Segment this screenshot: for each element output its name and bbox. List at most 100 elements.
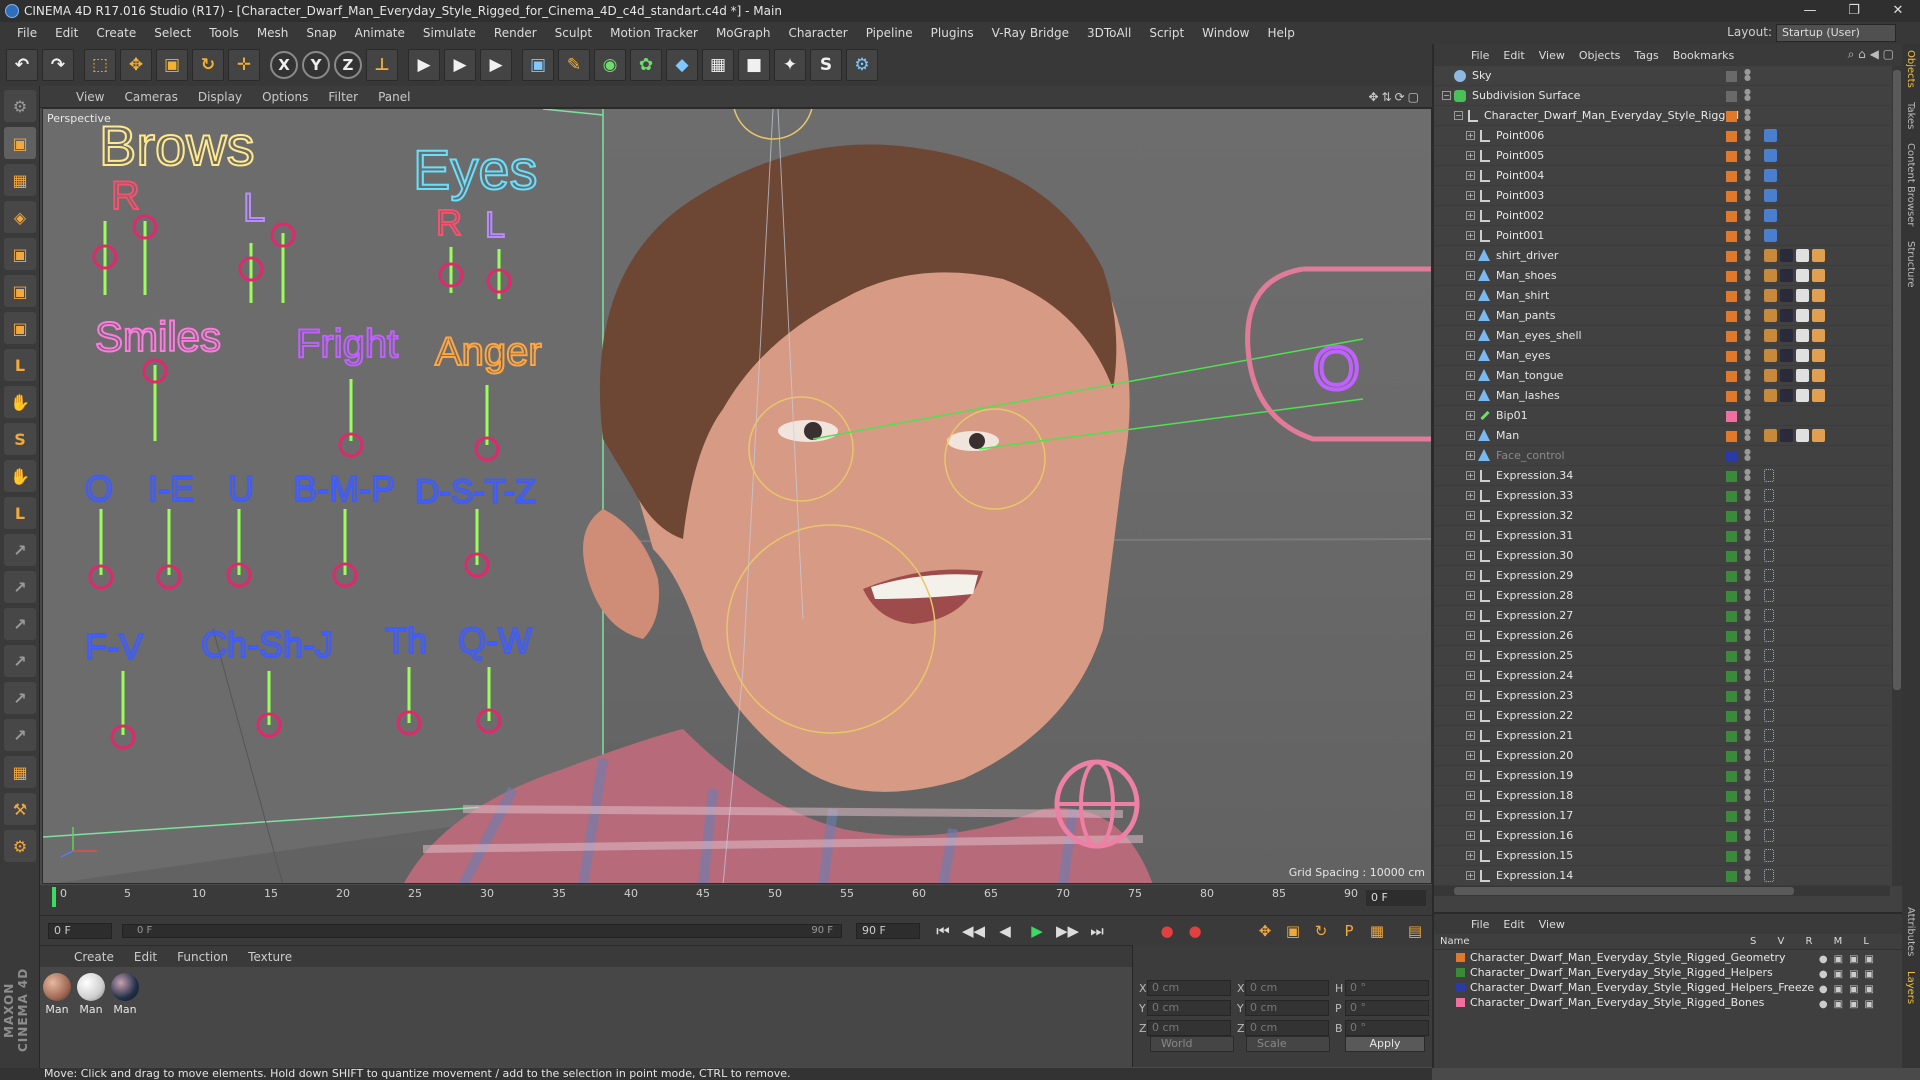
tag-icon[interactable] bbox=[1796, 369, 1809, 382]
visibility-toggle-icon[interactable]: ● ● bbox=[1744, 788, 1751, 803]
current-frame-marker[interactable] bbox=[52, 887, 56, 907]
object-tags[interactable] bbox=[1764, 309, 1825, 323]
expand-toggle-icon[interactable]: + bbox=[1466, 631, 1475, 640]
visibility-toggle-icon[interactable]: ● ● bbox=[1744, 688, 1751, 703]
deformer-button[interactable]: ◆ bbox=[666, 49, 698, 81]
expand-toggle-icon[interactable]: + bbox=[1466, 151, 1475, 160]
object-name[interactable]: Point004 bbox=[1496, 166, 1544, 186]
expand-toggle-icon[interactable]: + bbox=[1466, 651, 1475, 660]
object-row[interactable]: + Expression.30 ● ● bbox=[1434, 546, 1890, 566]
objects-menu-tags[interactable]: Tags bbox=[1627, 49, 1665, 62]
object-row[interactable]: − Character_Dwarf_Man_Everyday_Style_Rigg… bbox=[1434, 106, 1890, 126]
expand-toggle-icon[interactable]: + bbox=[1466, 191, 1475, 200]
object-name[interactable]: Bip01 bbox=[1496, 406, 1528, 426]
object-name[interactable]: Point002 bbox=[1496, 206, 1544, 226]
key-pla-icon[interactable]: ▦ bbox=[1366, 921, 1388, 941]
object-name[interactable]: Expression.22 bbox=[1496, 706, 1573, 726]
object-tags[interactable] bbox=[1764, 629, 1774, 643]
object-row[interactable]: + Expression.24 ● ● bbox=[1434, 666, 1890, 686]
menu-pipeline[interactable]: Pipeline bbox=[857, 26, 922, 40]
object-tags[interactable] bbox=[1764, 769, 1774, 783]
side-tab-objects[interactable]: Objects bbox=[1905, 50, 1916, 88]
menu-script[interactable]: Script bbox=[1140, 26, 1193, 40]
rot-h-field[interactable]: 0 ° bbox=[1345, 980, 1429, 996]
object-tags[interactable] bbox=[1764, 649, 1774, 663]
tag-icon[interactable] bbox=[1780, 269, 1793, 282]
viewport-menu-options[interactable]: Options bbox=[252, 90, 318, 104]
object-name[interactable]: Expression.15 bbox=[1496, 846, 1573, 866]
visibility-toggle-icon[interactable]: ● ● bbox=[1744, 348, 1751, 363]
object-tags[interactable] bbox=[1764, 349, 1825, 363]
object-tags[interactable] bbox=[1764, 529, 1774, 543]
object-row[interactable]: + Point002 ● ● bbox=[1434, 206, 1890, 226]
expand-toggle-icon[interactable]: + bbox=[1466, 811, 1475, 820]
layer-color-swatch[interactable] bbox=[1726, 771, 1737, 782]
object-name[interactable]: Point005 bbox=[1496, 146, 1544, 166]
object-tags[interactable] bbox=[1764, 709, 1774, 723]
viewport-menu-cameras[interactable]: Cameras bbox=[114, 90, 187, 104]
expand-toggle-icon[interactable]: + bbox=[1466, 431, 1475, 440]
object-name[interactable]: Man_tongue bbox=[1496, 366, 1563, 386]
expand-toggle-icon[interactable]: + bbox=[1466, 211, 1475, 220]
layer-color-swatch[interactable] bbox=[1726, 131, 1737, 142]
object-row[interactable]: + Expression.33 ● ● bbox=[1434, 486, 1890, 506]
object-name[interactable]: Expression.26 bbox=[1496, 626, 1573, 646]
expand-toggle-icon[interactable]: + bbox=[1466, 671, 1475, 680]
rot-p-field[interactable]: 0 ° bbox=[1345, 1000, 1429, 1016]
viewport-menu-panel[interactable]: Panel bbox=[368, 90, 420, 104]
object-name[interactable]: Expression.20 bbox=[1496, 746, 1573, 766]
tag-icon[interactable] bbox=[1764, 149, 1777, 162]
layer-color-swatch[interactable] bbox=[1726, 211, 1737, 222]
object-tags[interactable] bbox=[1764, 209, 1777, 223]
object-tree-scrollbar[interactable] bbox=[1892, 66, 1902, 886]
layer-color-swatch[interactable] bbox=[1726, 91, 1737, 102]
layers-menu-view[interactable]: View bbox=[1532, 918, 1572, 931]
object-name[interactable]: Expression.21 bbox=[1496, 726, 1573, 746]
tag-icon[interactable] bbox=[1764, 329, 1777, 342]
object-row[interactable]: + Man ● ● bbox=[1434, 426, 1890, 446]
tag-icon[interactable] bbox=[1764, 209, 1777, 222]
layer-color-swatch[interactable] bbox=[1726, 71, 1737, 82]
visibility-toggle-icon[interactable]: ● ● bbox=[1744, 368, 1751, 383]
expand-toggle-icon[interactable]: + bbox=[1466, 231, 1475, 240]
expand-toggle-icon[interactable]: + bbox=[1466, 871, 1475, 880]
object-name[interactable]: Expression.31 bbox=[1496, 526, 1573, 546]
object-name[interactable]: Expression.14 bbox=[1496, 866, 1573, 886]
tag-icon[interactable] bbox=[1764, 369, 1777, 382]
tweak-mode-icon[interactable]: ✋ bbox=[4, 386, 36, 418]
tag-icon[interactable] bbox=[1764, 569, 1774, 582]
expand-toggle-icon[interactable]: + bbox=[1466, 451, 1475, 460]
layer-color-swatch[interactable] bbox=[1726, 831, 1737, 842]
layer-color-swatch[interactable] bbox=[1726, 311, 1737, 322]
enable-axis-icon[interactable]: L bbox=[4, 349, 36, 381]
layer-color-swatch[interactable] bbox=[1726, 651, 1737, 662]
render-picture-viewer-button[interactable]: ▶ bbox=[444, 49, 476, 81]
tag-icon[interactable] bbox=[1812, 389, 1825, 402]
tag-icon[interactable] bbox=[1796, 249, 1809, 262]
layer-color-swatch[interactable] bbox=[1726, 271, 1737, 282]
object-row[interactable]: + Expression.17 ● ● bbox=[1434, 806, 1890, 826]
python-script-icon[interactable]: ⚙ bbox=[4, 830, 36, 862]
visibility-toggle-icon[interactable]: ● ● bbox=[1744, 468, 1751, 483]
object-row[interactable]: + Expression.19 ● ● bbox=[1434, 766, 1890, 786]
layer-color-swatch[interactable] bbox=[1726, 431, 1737, 442]
layer-color-swatch[interactable] bbox=[1726, 491, 1737, 502]
tag-icon[interactable] bbox=[1796, 309, 1809, 322]
expand-toggle-icon[interactable]: + bbox=[1466, 311, 1475, 320]
visibility-toggle-icon[interactable]: ● ● bbox=[1744, 748, 1751, 763]
visibility-toggle-icon[interactable]: ● ● bbox=[1744, 728, 1751, 743]
tag-icon[interactable] bbox=[1812, 349, 1825, 362]
visibility-toggle-icon[interactable]: ● ● bbox=[1744, 848, 1751, 863]
menu-vray-bridge[interactable]: V-Ray Bridge bbox=[983, 26, 1078, 40]
size-x-field[interactable]: 0 cm bbox=[1245, 980, 1329, 996]
tag-icon[interactable] bbox=[1764, 549, 1774, 562]
polygons-mode-icon[interactable]: ▣ bbox=[4, 312, 36, 344]
object-name[interactable]: Subdivision Surface bbox=[1472, 86, 1580, 106]
menu-edit[interactable]: Edit bbox=[46, 26, 87, 40]
sculpt-brush-4-icon[interactable]: ↗ bbox=[4, 645, 36, 677]
object-name[interactable]: Expression.30 bbox=[1496, 546, 1573, 566]
layer-color-swatch[interactable] bbox=[1726, 731, 1737, 742]
expand-toggle-icon[interactable]: + bbox=[1466, 291, 1475, 300]
expand-toggle-icon[interactable]: + bbox=[1466, 411, 1475, 420]
visibility-toggle-icon[interactable]: ● ● bbox=[1744, 588, 1751, 603]
